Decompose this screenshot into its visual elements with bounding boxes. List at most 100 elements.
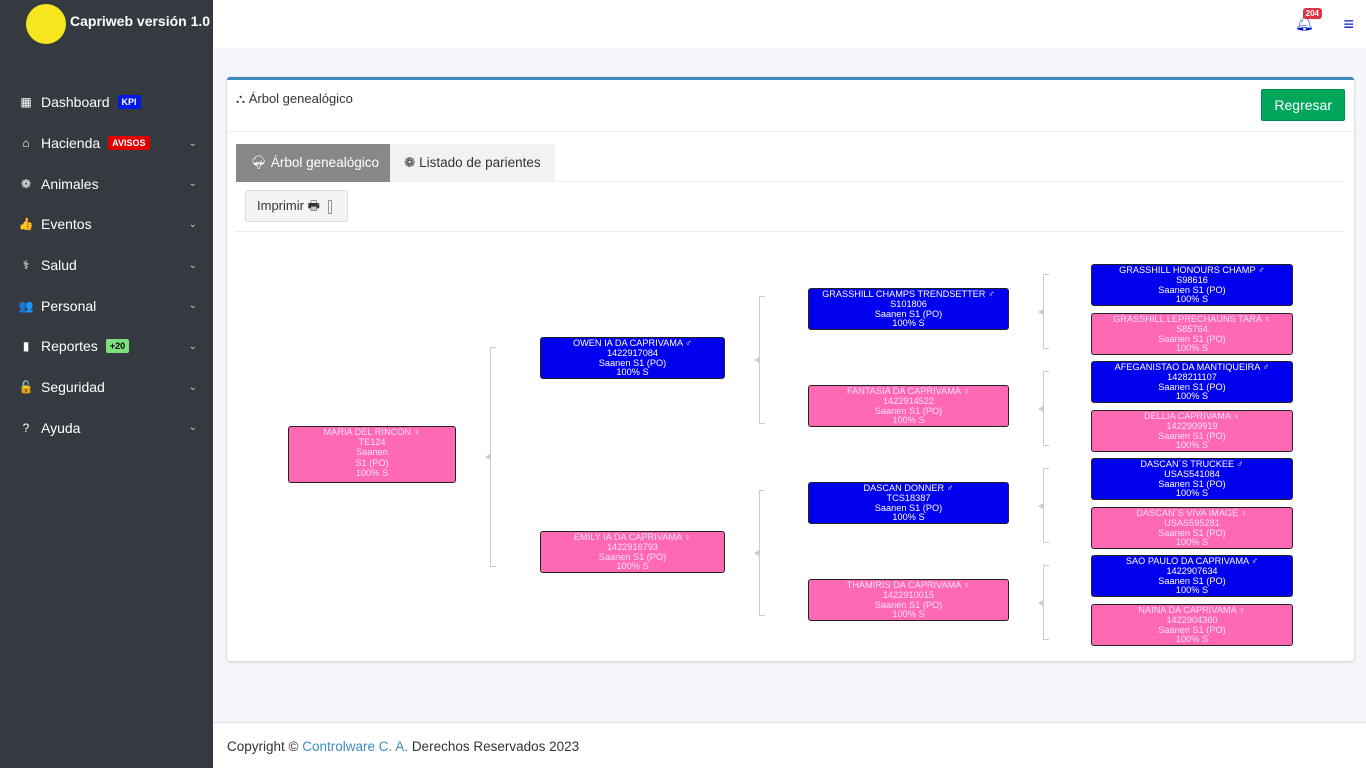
sidebar-item-label: Hacienda: [41, 135, 101, 152]
connector-arrow: [1038, 502, 1043, 509]
lock-icon: 🔓: [18, 380, 34, 395]
tree-connector: [1043, 468, 1049, 543]
grid-icon: ▦: [20, 95, 32, 110]
pedigree-node[interactable]: OWEN IA DA CAPRIVAMA ♂ 1422917084 Saanen S…: [540, 337, 725, 379]
female-icon: ♀: [1240, 508, 1248, 518]
chevron-down-icon: ⌄: [188, 137, 197, 149]
home-icon: ⌂: [22, 136, 30, 151]
female-icon: ♀: [963, 386, 970, 396]
sidebar-item-label: Reportes: [41, 338, 98, 355]
tab-relatives[interactable]: ❁ Listado de parientes: [390, 144, 555, 182]
animal-detail: 100% S: [892, 415, 925, 426]
paw-icon: ❁: [20, 176, 32, 191]
chevron-down-icon: ⌄: [188, 340, 197, 352]
stethoscope-icon: ⚕: [22, 258, 30, 273]
tree-connector: [759, 490, 765, 616]
tree-connector: [1043, 274, 1049, 349]
divider: [236, 231, 1345, 232]
pedigree-node[interactable]: GRASSHILL HONOURS CHAMP ♂ S98616 Saanen S1…: [1091, 264, 1293, 306]
sidebar-item-reportes[interactable]: ▮ Reportes +20 ⌄: [0, 326, 213, 367]
sidebar-nav: ▦ Dashboard KPI ⌂ Hacienda AVISOS ⌄ ❁ Animales ⌄ 👍…: [0, 82, 213, 448]
notification-count: 204: [1302, 8, 1322, 19]
animal-detail: 100% S: [1175, 634, 1209, 645]
animal-detail: 100% S: [892, 609, 925, 620]
male-icon: ♂: [946, 483, 954, 493]
pedigree-node[interactable]: DASCAN´S TRUCKEE ♂ USAS541084 Saanen S1 (P…: [1091, 458, 1293, 500]
pedigree-node[interactable]: GRASSHILL CHAMPS TRENDSETTER ♂ S101806 Saa…: [808, 288, 1009, 330]
company-link[interactable]: Controlware C. A.: [302, 739, 408, 754]
female-icon: ♀: [963, 580, 971, 590]
footer: Copyright © Controlware C. A. Derechos R…: [213, 722, 1366, 768]
card-title-text: Árbol genealógico: [248, 91, 353, 106]
tree-icon: 🌳︎: [250, 155, 271, 170]
animal-detail: 100% S: [616, 561, 649, 572]
sidebar-item-ayuda[interactable]: ? Ayuda ⌄: [0, 408, 213, 449]
question-icon: ?: [22, 420, 30, 435]
sidebar-item-dashboard[interactable]: ▦ Dashboard KPI: [0, 82, 213, 123]
sitemap-icon: ⛬: [236, 91, 249, 106]
tab-relatives-label: Listado de parientes: [419, 155, 541, 170]
connector-arrow: [1038, 599, 1043, 606]
tab-tree-label: Árbol genealógico: [270, 155, 379, 170]
pedigree-node[interactable]: EMILY IA DA CAPRIVAMA ♀ 1422916793 Saanen …: [540, 531, 725, 573]
animal-detail: 100% S: [1175, 391, 1209, 402]
chevron-down-icon: ⌄: [188, 300, 197, 312]
animal-detail: 100% S: [1175, 440, 1209, 451]
brand[interactable]: Capriweb versión 1.0: [0, 0, 213, 48]
sidebar-item-label: Ayuda: [41, 419, 81, 436]
male-icon: ♂: [1251, 556, 1259, 566]
connector-arrow: [754, 357, 759, 363]
tree-connector: [1043, 371, 1049, 446]
pedigree-node[interactable]: DASCAN DONNER ♂ TCS18387 Saanen S1 (PO) 100…: [808, 482, 1009, 524]
tab-tree[interactable]: 🌳︎ Árbol genealógico: [236, 144, 393, 182]
sidebar-item-salud[interactable]: ⚕ Salud ⌄: [0, 245, 213, 286]
animal-detail: 100% S: [1175, 537, 1209, 548]
users-icon: 👥: [18, 298, 34, 313]
sidebar-badge: AVISOS: [108, 136, 150, 151]
pedigree-node[interactable]: DELLIA CAPRIVAMA ♀ 1422909919 Saanen S1 (P…: [1091, 410, 1293, 452]
tree-connector: [759, 296, 765, 424]
capriweb-logo: [26, 4, 66, 44]
animal-detail: Saanen: [356, 446, 388, 457]
sidebar-item-personal[interactable]: 👥 Personal ⌄: [0, 285, 213, 326]
animal-detail: 100% S: [1175, 343, 1209, 354]
chevron-down-icon: ⌄: [188, 422, 197, 434]
print-button[interactable]: Imprimir 🖶 ▯: [245, 190, 349, 222]
connector-arrow: [485, 454, 490, 460]
chevron-down-icon: ⌄: [188, 178, 197, 190]
animal-detail: 100% S: [1175, 488, 1209, 499]
sidebar-item-animales[interactable]: ❁ Animales ⌄: [0, 163, 213, 204]
pedigree-node[interactable]: GRASSHILL LEPRECHAUNS TARA ♀ S85764 Saanen…: [1091, 313, 1293, 355]
sidebar-item-seguridad[interactable]: 🔓 Seguridad ⌄: [0, 367, 213, 408]
thumbs-up-icon: 👍: [18, 217, 34, 232]
pedigree-node[interactable]: FANTASIA DA CAPRIVAMA ♀ 1422914522 Saanen …: [808, 385, 1009, 427]
sidebar: Capriweb versión 1.0 ▦ Dashboard KPI ⌂ Hacie…: [0, 0, 213, 768]
paw-icon: ❁: [404, 155, 420, 170]
sidebar-item-hacienda[interactable]: ⌂ Hacienda AVISOS ⌄: [0, 123, 213, 164]
pedigree-node[interactable]: DASCAN´S VIVA IMAGE ♀ USAS595281 Saanen S1…: [1091, 507, 1293, 549]
pedigree-node[interactable]: AFEGANISTAO DA MANTIQUEIRA ♂ 1428211107 Sa…: [1091, 361, 1293, 403]
female-icon: ♀: [413, 427, 421, 437]
animal-detail: 100% S: [355, 468, 389, 479]
sidebar-item-label: Salud: [41, 257, 77, 274]
back-button[interactable]: Regresar: [1261, 89, 1345, 121]
pedigree-node[interactable]: MARIA DEL RINCON ♀ TE124 Saanen S1 (PO) 100%…: [288, 426, 456, 483]
copyright-text: Copyright ©: [227, 739, 299, 754]
animal-detail: 100% S: [892, 318, 925, 329]
file-icon: ▮: [22, 339, 30, 354]
female-icon: ♀: [1233, 411, 1241, 421]
pedigree-node[interactable]: NAINA DA CAPRIVAMA ♀ 1422904360 Saanen S1 …: [1091, 604, 1293, 646]
male-icon: ♂: [1257, 265, 1265, 275]
connector-arrow: [1038, 308, 1043, 315]
pedigree-node[interactable]: SAO PAULO DA CAPRIVAMA ♂ 1422907634 Saanen…: [1091, 555, 1293, 597]
pedigree-node[interactable]: THAMIRIS DA CAPRIVAMA ♀ 1422910015 Saanen …: [808, 579, 1009, 621]
tree-connector: [1043, 565, 1049, 640]
tabs: 🌳︎ Árbol genealógico ❁ Listado de parien…: [236, 144, 1345, 182]
menu-icon[interactable]: ≡: [1343, 14, 1354, 35]
female-icon: ♀: [684, 532, 692, 542]
sidebar-item-eventos[interactable]: 👍 Eventos ⌄: [0, 204, 213, 245]
sidebar-item-label: Seguridad: [41, 379, 105, 396]
genealogy-card: ⛬ Árbol genealógico Regresar 🌳︎ Árbol ge…: [227, 77, 1354, 661]
printer-icon: 🖶: [307, 198, 320, 213]
connector-arrow: [1038, 405, 1043, 412]
